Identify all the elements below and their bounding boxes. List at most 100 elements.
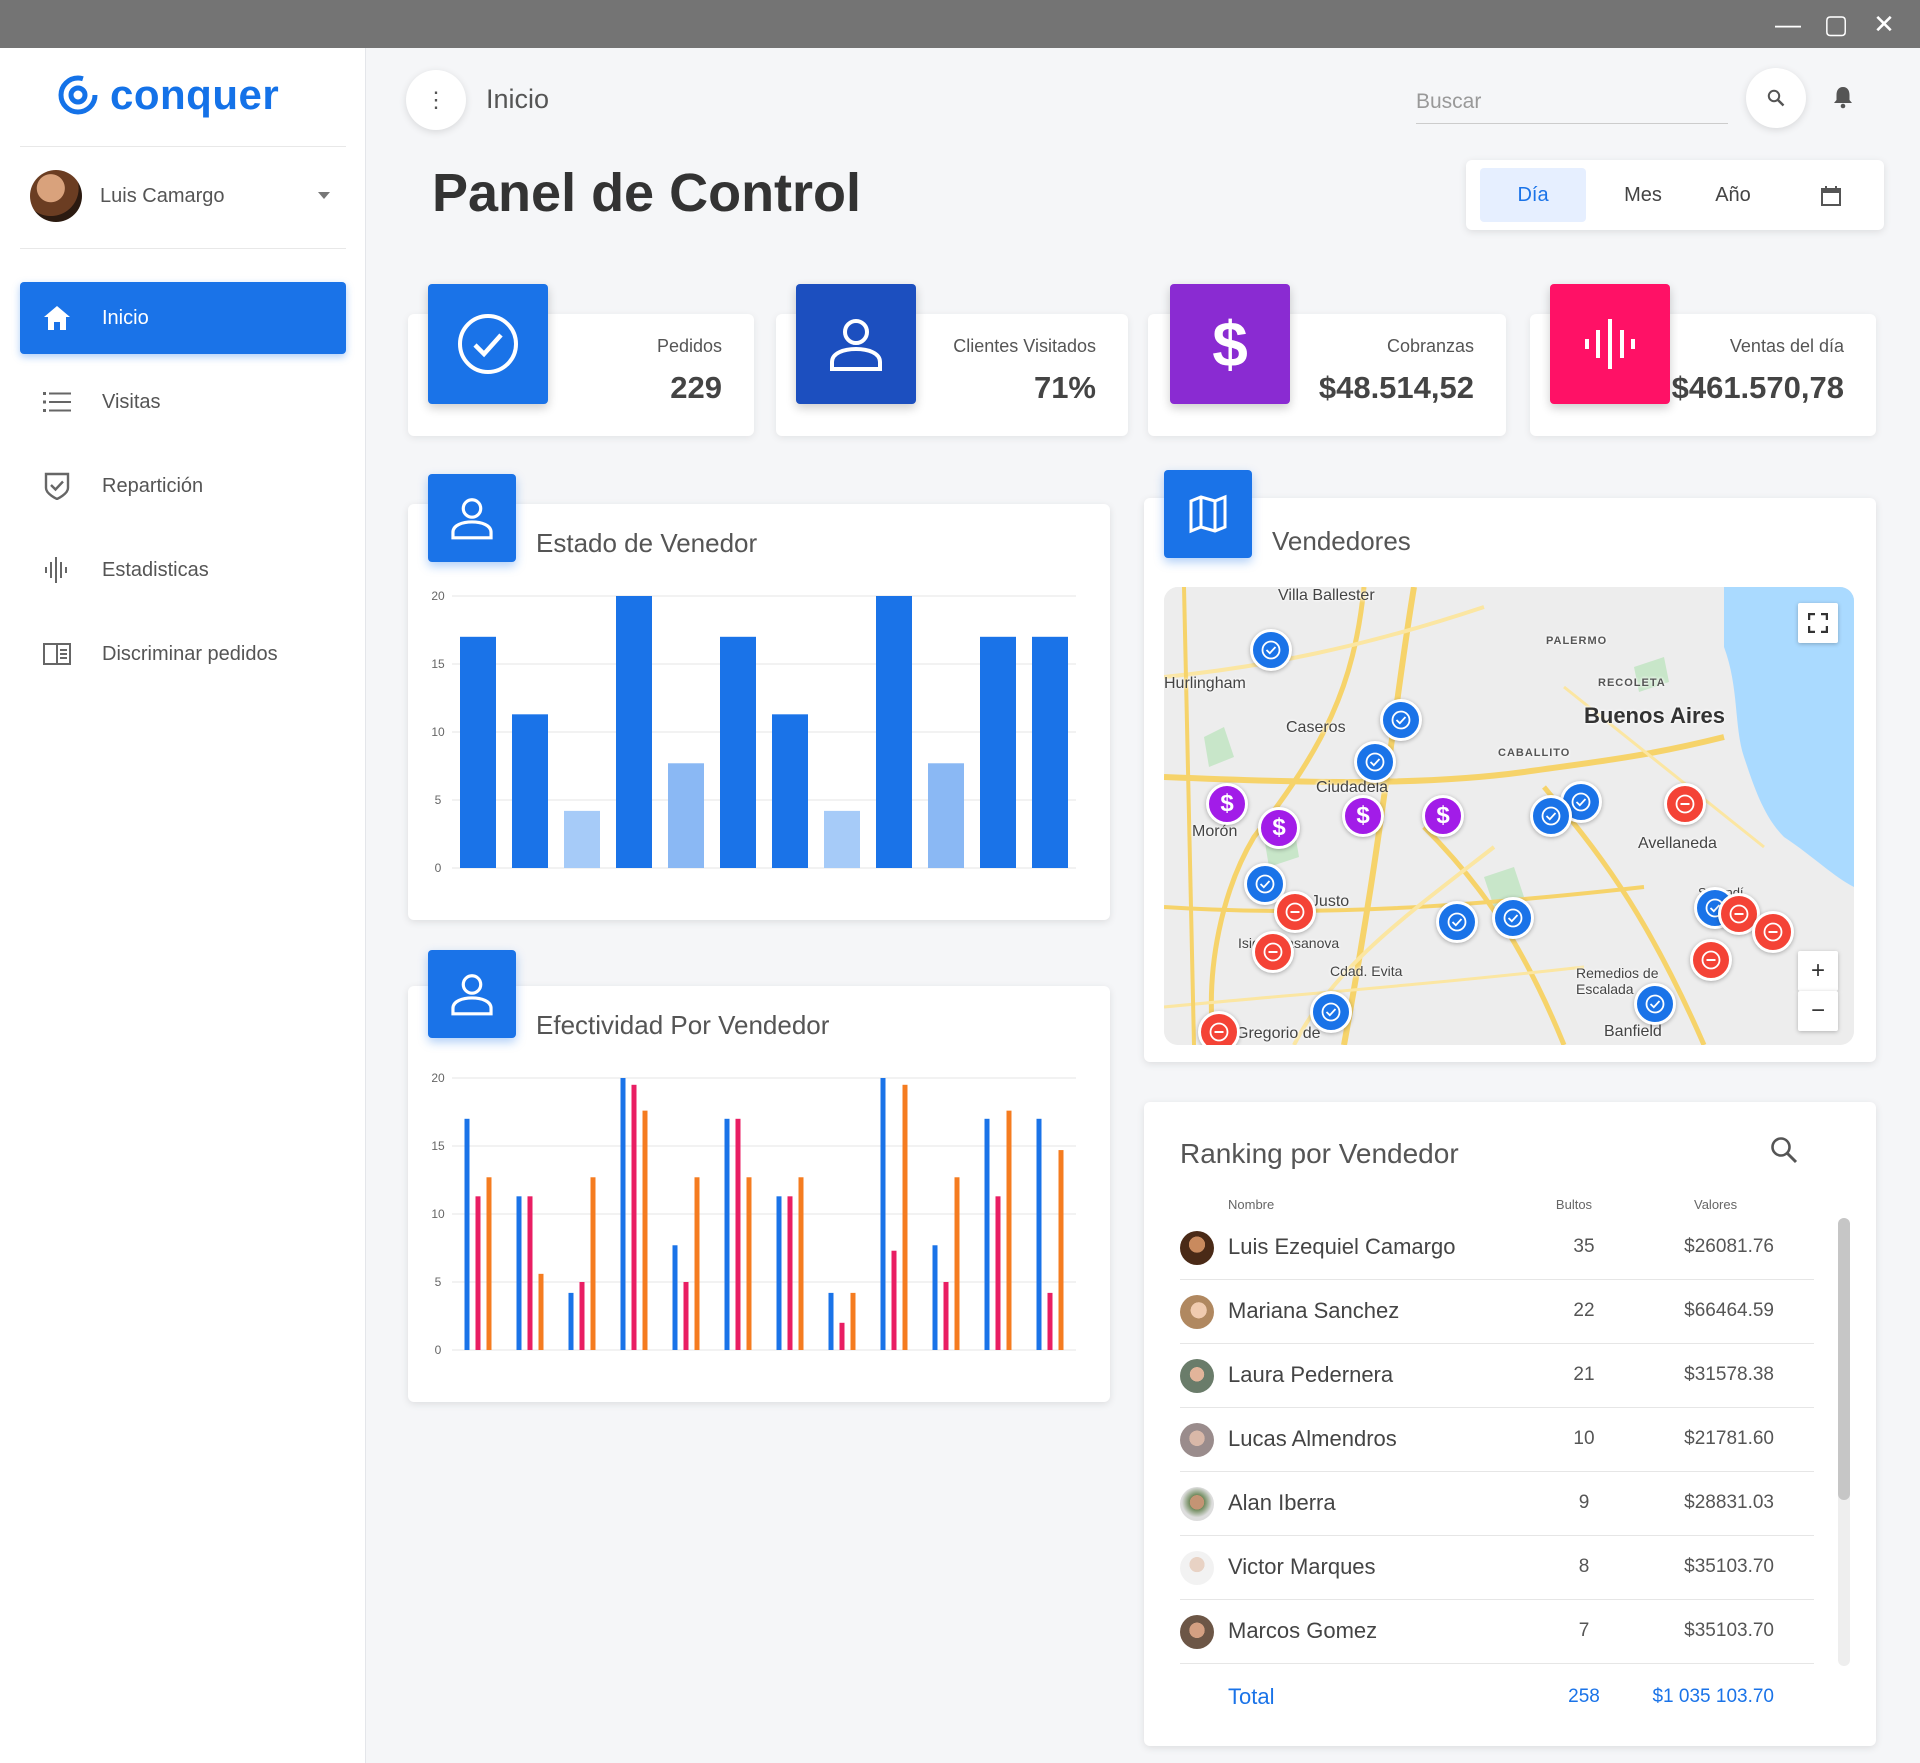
seller-marker-ok[interactable]	[1634, 983, 1676, 1025]
bar	[984, 1118, 990, 1350]
bar-chart-estado: 0 5 10 15 20	[431, 589, 1076, 875]
logo[interactable]: conquer	[56, 70, 279, 120]
stat-card-cobranzas[interactable]: $ Cobranzas $48.514,52	[1148, 284, 1506, 436]
zoom-in-button[interactable]: +	[1798, 951, 1838, 991]
sidebar-item-reparticion[interactable]: Repartición	[20, 450, 346, 522]
total-label: Total	[1228, 1684, 1275, 1709]
person-icon	[796, 284, 916, 404]
bar	[579, 1282, 585, 1350]
scrollbar-thumb[interactable]	[1838, 1218, 1850, 1500]
caret-down-icon[interactable]	[318, 192, 330, 199]
stat-label: Cobranzas	[1386, 336, 1474, 356]
seller-marker-payment[interactable]: $	[1206, 783, 1248, 825]
table-row[interactable]: Laura Pedernera 21 $31578.38	[1180, 1344, 1814, 1408]
sidebar-item-label: Repartición	[102, 474, 204, 497]
bar	[980, 636, 1016, 868]
search-icon	[1771, 1137, 1798, 1164]
map-place-label: Cdad. Evita	[1330, 963, 1403, 979]
scrollbar[interactable]	[1838, 1218, 1850, 1666]
search-button[interactable]	[1746, 68, 1806, 128]
seller-value: $28831.03	[1684, 1492, 1774, 1513]
calendar-button[interactable]	[1796, 168, 1866, 222]
seller-name: Mariana Sanchez	[1228, 1298, 1400, 1323]
map-place-label: PALERMO	[1546, 635, 1608, 647]
seller-marker-ok[interactable]	[1354, 741, 1396, 783]
seller-marker-rejected[interactable]	[1690, 939, 1732, 981]
seller-marker-rejected[interactable]	[1274, 891, 1316, 933]
stat-card-ventas[interactable]: Ventas del día $461.570,78	[1530, 284, 1876, 436]
seller-marker-ok[interactable]	[1530, 795, 1572, 837]
seller-marker-rejected[interactable]	[1664, 783, 1706, 825]
sidebar-item-label: Visitas	[102, 390, 161, 413]
bar	[776, 1196, 782, 1350]
y-tick-label: 10	[431, 1207, 445, 1221]
total-qty: 258	[1568, 1686, 1600, 1707]
search-input[interactable]	[1416, 80, 1728, 124]
user-menu[interactable]: Luis Camargo	[30, 170, 330, 222]
seller-marker-payment[interactable]: $	[1422, 795, 1464, 837]
stat-card-clientes[interactable]: Clientes Visitados 71%	[776, 284, 1128, 436]
ranking-search-button[interactable]	[1770, 1136, 1804, 1170]
y-tick-label: 0	[435, 861, 442, 875]
fullscreen-button[interactable]	[1798, 603, 1838, 643]
bar	[850, 1292, 856, 1350]
bar	[1058, 1150, 1064, 1350]
bar	[828, 1292, 834, 1350]
seller-qty: 10	[1573, 1428, 1595, 1449]
range-option-mes[interactable]: Mes	[1598, 168, 1688, 222]
seller-marker-ok[interactable]	[1250, 629, 1292, 671]
map-title: Vendedores	[1272, 526, 1411, 556]
stat-value: 229	[670, 370, 722, 405]
more-menu-button[interactable]: ⋮	[406, 70, 466, 130]
seller-qty: 21	[1573, 1364, 1595, 1385]
seller-marker-rejected[interactable]	[1198, 1011, 1240, 1045]
calendar-icon	[1821, 185, 1841, 206]
bar	[995, 1196, 1001, 1350]
sidebar-item-visitas[interactable]: Visitas	[20, 366, 346, 438]
map-place-label: Morón	[1192, 823, 1238, 840]
bar	[787, 1196, 793, 1350]
map-place-label: Gregorio de	[1236, 1025, 1321, 1042]
map-place-label: CABALLITO	[1498, 747, 1571, 759]
bar	[932, 1245, 938, 1350]
minimize-icon[interactable]: —	[1772, 8, 1804, 40]
seller-marker-payment[interactable]: $	[1258, 807, 1300, 849]
total-value: $1 035 103.70	[1652, 1686, 1774, 1707]
table-total-row: Total 258 $1 035 103.70	[1180, 1670, 1814, 1734]
seller-marker-ok[interactable]	[1492, 897, 1534, 939]
seller-marker-ok[interactable]	[1436, 901, 1478, 943]
sellers-map[interactable]: Villa Ballester Hurlingham Caseros PALER…	[1164, 587, 1854, 1045]
table-row[interactable]: Victor Marques 8 $35103.70	[1180, 1536, 1814, 1600]
seller-qty: 8	[1578, 1556, 1590, 1577]
bar	[564, 810, 600, 868]
table-row[interactable]: Luis Ezequiel Camargo 35 $26081.76	[1180, 1216, 1814, 1280]
bar	[486, 1177, 492, 1350]
table-row[interactable]: Marcos Gomez 7 $35103.70	[1180, 1600, 1814, 1664]
stat-card-pedidos[interactable]: Pedidos 229	[408, 284, 754, 436]
close-icon[interactable]: ✕	[1868, 8, 1900, 40]
table-row[interactable]: Mariana Sanchez 22 $66464.59	[1180, 1280, 1814, 1344]
bar	[824, 810, 860, 868]
seller-marker-ok[interactable]	[1380, 699, 1422, 741]
sidebar-item-estadisticas[interactable]: Estadisticas	[20, 534, 346, 606]
seller-marker-ok[interactable]	[1310, 991, 1352, 1033]
zoom-out-button[interactable]: −	[1798, 991, 1838, 1031]
page-title: Panel de Control	[432, 163, 862, 223]
range-option-ano[interactable]: Año	[1688, 168, 1778, 222]
check-circle-icon	[428, 284, 548, 404]
maximize-icon[interactable]: ▢	[1820, 8, 1852, 40]
bar	[620, 1078, 626, 1350]
table-row[interactable]: Lucas Almendros 10 $21781.60	[1180, 1408, 1814, 1472]
table-row[interactable]: Alan Iberra 9 $28831.03	[1180, 1472, 1814, 1536]
avatar	[1180, 1551, 1214, 1585]
range-option-dia[interactable]: Día	[1480, 168, 1586, 222]
notifications-button[interactable]	[1826, 80, 1860, 114]
seller-marker-rejected[interactable]	[1752, 911, 1794, 953]
bar	[694, 1177, 700, 1350]
sidebar-item-discriminar-pedidos[interactable]: Discriminar pedidos	[20, 618, 346, 690]
seller-marker-payment[interactable]: $	[1342, 795, 1384, 837]
bar	[746, 1177, 752, 1350]
bar	[724, 1118, 730, 1350]
sidebar-item-inicio[interactable]: Inicio	[20, 282, 346, 354]
seller-marker-rejected[interactable]	[1252, 931, 1294, 973]
